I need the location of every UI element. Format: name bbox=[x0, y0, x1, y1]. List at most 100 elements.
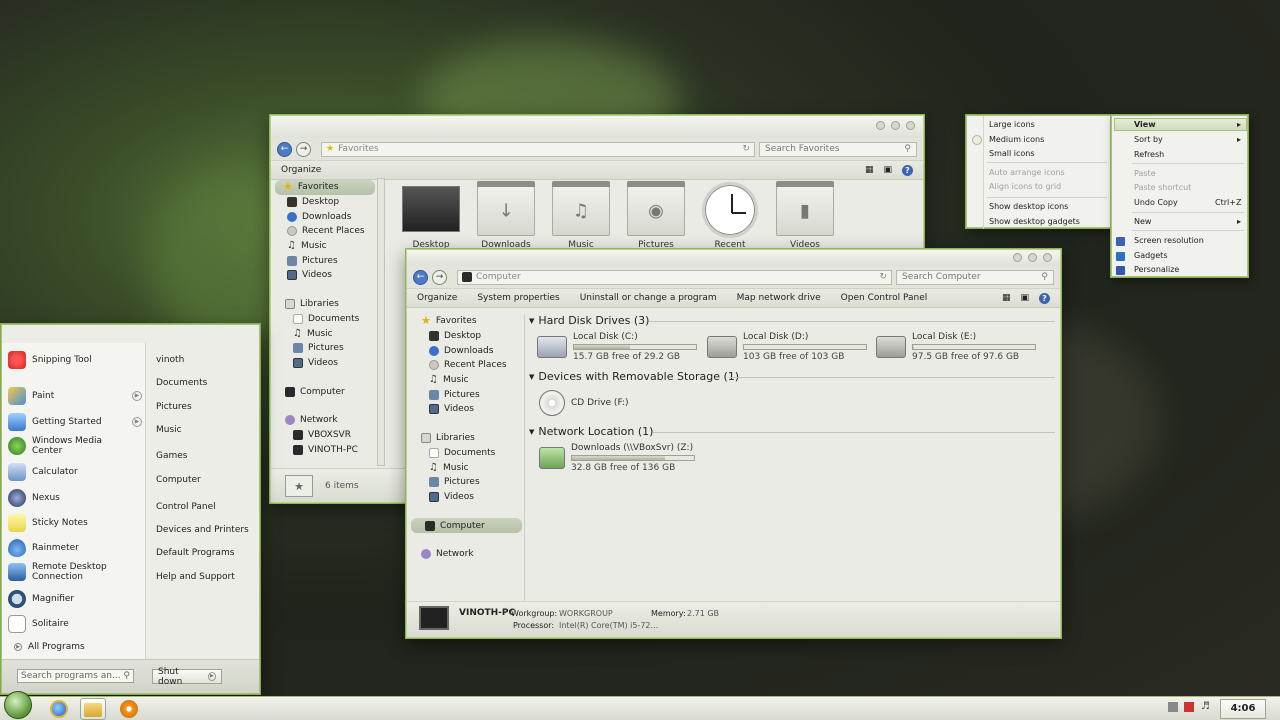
address-bar[interactable]: ★ Favorites ↻ bbox=[321, 141, 755, 157]
action-center-tray-icon[interactable] bbox=[1184, 702, 1194, 712]
link-computer[interactable]: Computer bbox=[156, 475, 201, 485]
program-snipping-tool[interactable]: Snipping Tool bbox=[8, 351, 142, 369]
arrow-right-icon[interactable]: ▶ bbox=[207, 672, 216, 681]
start-button[interactable] bbox=[4, 691, 32, 719]
program-magnifier[interactable]: Magnifier bbox=[8, 590, 142, 608]
nav-music[interactable]: ♫ Music bbox=[271, 239, 385, 254]
menu-undo-copy[interactable]: Undo Copy bbox=[1134, 198, 1178, 207]
maximize-button[interactable] bbox=[891, 121, 900, 130]
program-rainmeter[interactable]: Rainmeter bbox=[8, 539, 142, 557]
program-paint[interactable]: Paint ▶ bbox=[8, 387, 142, 405]
help-icon[interactable]: ? bbox=[902, 164, 913, 176]
tile-downloads[interactable]: ↓ Downloads bbox=[476, 181, 536, 250]
nav-lib-pictures[interactable]: Pictures bbox=[407, 475, 524, 490]
nav-computer[interactable]: Computer bbox=[271, 384, 385, 399]
organize-button[interactable]: Organize bbox=[417, 293, 457, 303]
uninstall-program-button[interactable]: Uninstall or change a program bbox=[580, 293, 717, 303]
nav-videos[interactable]: Videos bbox=[407, 402, 524, 417]
link-help-support[interactable]: Help and Support bbox=[156, 572, 235, 582]
nav-libraries[interactable]: Libraries bbox=[271, 297, 385, 312]
section-removable-storage[interactable]: ▼ Devices with Removable Storage (1) bbox=[529, 370, 739, 383]
nav-lib-documents[interactable]: Documents bbox=[271, 312, 385, 327]
menu-small-icons[interactable]: Small icons bbox=[989, 149, 1035, 158]
menu-personalize[interactable]: Personalize bbox=[1134, 265, 1179, 274]
preview-pane-icon[interactable]: ▣ bbox=[883, 165, 892, 175]
arrow-right-icon[interactable]: ▶ bbox=[132, 391, 142, 401]
collapse-icon[interactable]: ▼ bbox=[529, 428, 534, 436]
program-windows-media-center[interactable]: Windows Media Center bbox=[8, 436, 142, 456]
tile-recent[interactable]: Recent bbox=[700, 182, 760, 250]
collapse-icon[interactable]: ▼ bbox=[529, 373, 534, 381]
drive-cd[interactable]: CD Drive (F:) bbox=[539, 390, 628, 416]
menu-gadgets[interactable]: Gadgets bbox=[1134, 251, 1167, 260]
nav-downloads[interactable]: Downloads bbox=[407, 343, 524, 358]
link-devices-printers[interactable]: Devices and Printers bbox=[156, 525, 249, 535]
link-games[interactable]: Games bbox=[156, 451, 187, 461]
nav-music[interactable]: ♫ Music bbox=[407, 373, 524, 388]
view-submenu[interactable]: Large icons Medium icons Small icons Aut… bbox=[966, 115, 1111, 229]
view-options-icon[interactable]: ▦ bbox=[1002, 293, 1011, 303]
section-hard-disk-drives[interactable]: ▼ Hard Disk Drives (3) bbox=[529, 314, 649, 327]
drive-d[interactable]: Local Disk (D:) 103 GB free of 103 GB bbox=[707, 332, 867, 362]
taskbar-explorer[interactable] bbox=[80, 698, 106, 720]
menu-large-icons[interactable]: Large icons bbox=[989, 120, 1035, 129]
organize-button[interactable]: Organize bbox=[281, 165, 321, 175]
shutdown-button[interactable]: Shut down ▶ bbox=[152, 667, 222, 687]
back-arrow-icon[interactable]: ← bbox=[277, 141, 292, 157]
tile-music[interactable]: ♫ Music bbox=[551, 181, 611, 250]
address-bar[interactable]: Computer ↻ bbox=[457, 269, 892, 285]
nav-recent-places[interactable]: Recent Places bbox=[407, 358, 524, 373]
nav-downloads[interactable]: Downloads bbox=[271, 209, 385, 224]
menu-view[interactable]: View bbox=[1134, 120, 1156, 129]
favorites-titlebar[interactable] bbox=[271, 116, 923, 138]
collapse-icon[interactable]: ▼ bbox=[529, 317, 534, 325]
search-programs-input[interactable]: Search programs an... ⚲ bbox=[17, 669, 134, 683]
menu-refresh[interactable]: Refresh bbox=[1134, 150, 1164, 159]
start-menu[interactable]: Snipping Tool Paint ▶ Getting Started ▶ Wi… bbox=[1, 324, 260, 694]
taskbar-media-player[interactable] bbox=[116, 698, 142, 720]
drive-c[interactable]: Local Disk (C:) 15.7 GB free of 29.2 GB bbox=[537, 332, 697, 362]
computer-titlebar[interactable] bbox=[407, 250, 1060, 266]
nav-lib-videos[interactable]: Videos bbox=[407, 490, 524, 505]
search-input[interactable]: Search Favorites ⚲ bbox=[759, 141, 917, 157]
arrow-right-icon[interactable]: ▶ bbox=[132, 417, 142, 427]
nav-network[interactable]: Network bbox=[271, 413, 385, 428]
nav-lib-music[interactable]: ♫ Music bbox=[271, 326, 385, 341]
nav-lib-documents[interactable]: Documents bbox=[407, 446, 524, 461]
nav-videos[interactable]: Videos bbox=[271, 268, 385, 283]
nav-pictures[interactable]: Pictures bbox=[407, 387, 524, 402]
refresh-icon[interactable]: ↻ bbox=[742, 144, 750, 154]
nav-favorites[interactable]: ★ Favorites bbox=[275, 180, 375, 195]
search-input[interactable]: Search Computer ⚲ bbox=[896, 269, 1054, 285]
close-button[interactable] bbox=[906, 121, 915, 130]
all-programs[interactable]: ▶ All Programs bbox=[14, 642, 148, 652]
menu-medium-icons[interactable]: Medium icons bbox=[989, 135, 1044, 144]
desktop-context-menu[interactable]: View ▸ Sort by ▸ Refresh Paste Paste sho… bbox=[1111, 115, 1248, 277]
nav-lib-videos[interactable]: Videos bbox=[271, 356, 385, 371]
nav-net-vinoth-pc[interactable]: VINOTH-PC bbox=[271, 442, 385, 457]
section-network-location[interactable]: ▼ Network Location (1) bbox=[529, 425, 653, 438]
menu-sort-by[interactable]: Sort by bbox=[1134, 135, 1163, 144]
link-documents[interactable]: Documents bbox=[156, 378, 207, 388]
nav-scrollbar[interactable] bbox=[377, 178, 385, 466]
taskbar-internet-explorer[interactable] bbox=[46, 698, 72, 720]
menu-screen-resolution[interactable]: Screen resolution bbox=[1134, 236, 1204, 245]
nav-lib-pictures[interactable]: Pictures bbox=[271, 341, 385, 356]
computer-window[interactable]: ← → Computer ↻ Search Computer ⚲ Organiz… bbox=[406, 249, 1061, 638]
tile-desktop[interactable]: Desktop bbox=[401, 186, 461, 250]
tile-pictures[interactable]: ◉ Pictures bbox=[626, 181, 686, 250]
forward-arrow-icon[interactable]: → bbox=[296, 141, 311, 157]
nav-desktop[interactable]: Desktop bbox=[271, 195, 385, 210]
program-getting-started[interactable]: Getting Started ▶ bbox=[8, 413, 142, 431]
menu-show-desktop-icons[interactable]: Show desktop icons bbox=[989, 202, 1068, 211]
program-sticky-notes[interactable]: Sticky Notes bbox=[8, 514, 142, 532]
back-arrow-icon[interactable]: ← bbox=[413, 269, 428, 285]
drive-z-network[interactable]: Downloads (\\VBoxSvr) (Z:) 32.8 GB free … bbox=[539, 443, 695, 473]
nav-libraries[interactable]: Libraries bbox=[407, 431, 524, 446]
preview-pane-icon[interactable]: ▣ bbox=[1020, 293, 1029, 303]
view-options-icon[interactable]: ▦ bbox=[865, 165, 874, 175]
nav-network[interactable]: Network bbox=[407, 547, 524, 562]
nav-favorites[interactable]: ★ Favorites bbox=[407, 314, 524, 329]
nav-desktop[interactable]: Desktop bbox=[407, 329, 524, 344]
nav-recent-places[interactable]: Recent Places bbox=[271, 224, 385, 239]
